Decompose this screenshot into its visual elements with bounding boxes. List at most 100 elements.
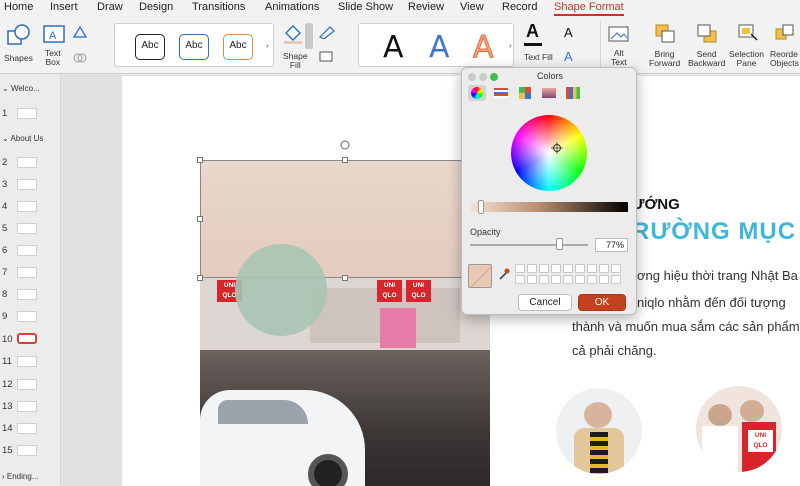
merge-shapes-icon[interactable] — [72, 51, 88, 65]
custom-color-slot[interactable] — [563, 264, 573, 273]
custom-color-slot[interactable] — [551, 264, 561, 273]
brightness-knob[interactable] — [478, 200, 484, 214]
ok-button[interactable]: OK — [578, 294, 626, 311]
opacity-slider-track[interactable] — [470, 244, 588, 246]
eyedropper-icon[interactable] — [498, 267, 510, 281]
tab-draw[interactable]: Draw — [97, 1, 123, 13]
custom-color-slot[interactable] — [551, 275, 561, 284]
wordart-style-2[interactable]: A — [429, 30, 450, 65]
tab-animations[interactable]: Animations — [265, 1, 319, 13]
slide-heading: ƯỚNG — [632, 196, 680, 213]
section-ending[interactable]: › Ending... — [2, 472, 38, 481]
uniqlo-sign: UNI QLO — [377, 280, 402, 302]
slide-thumb-6[interactable] — [17, 245, 37, 256]
text-box-button[interactable]: A Text Box — [42, 21, 68, 69]
wordart-next-icon[interactable]: › — [509, 41, 512, 50]
shape-fill-dropdown[interactable] — [305, 23, 313, 49]
text-effects-icon[interactable]: A — [564, 49, 573, 64]
slide-thumb-8[interactable] — [17, 289, 37, 300]
selection-pane-button[interactable]: Selection Pane — [728, 21, 768, 71]
cancel-button[interactable]: Cancel — [518, 294, 572, 311]
custom-color-slot[interactable] — [575, 264, 585, 273]
slide-thumb-3[interactable] — [17, 179, 37, 190]
tab-transitions[interactable]: Transitions — [192, 1, 245, 13]
custom-color-slot[interactable] — [587, 275, 597, 284]
avatar-group[interactable]: UNI QLO — [696, 386, 782, 472]
color-palettes-tab[interactable] — [516, 85, 534, 101]
image-palettes-tab[interactable] — [540, 85, 558, 101]
resize-handle[interactable] — [342, 157, 348, 163]
send-backward-button[interactable]: Send Backward — [688, 21, 728, 71]
tab-review[interactable]: Review — [408, 1, 444, 13]
resize-handle[interactable] — [197, 275, 203, 281]
brightness-slider[interactable] — [470, 200, 628, 214]
slide-thumb-15[interactable] — [17, 445, 37, 456]
tab-design[interactable]: Design — [139, 1, 173, 13]
color-wheel[interactable] — [511, 115, 587, 191]
reorder-objects-button[interactable]: Reorde Objects — [768, 21, 800, 71]
shape-style-1[interactable]: Abc — [135, 34, 165, 60]
tab-shape-format[interactable]: Shape Format — [554, 1, 624, 16]
avatar-model-1[interactable] — [556, 388, 642, 474]
ribbon-tab-bar: Home Insert Draw Design Transitions Anim… — [0, 0, 800, 17]
shape-effects-icon[interactable] — [318, 49, 336, 63]
slide-thumb-4[interactable] — [17, 201, 37, 212]
slide-thumb-14[interactable] — [17, 423, 37, 434]
color-sliders-tab[interactable] — [492, 85, 510, 101]
slide-thumb-13[interactable] — [17, 401, 37, 412]
wordart-style-1[interactable]: A — [383, 30, 404, 65]
section-welcome[interactable]: ⌄ Welco... — [2, 84, 40, 93]
slide-thumb-5[interactable] — [17, 223, 37, 234]
slide-thumb-1[interactable] — [17, 108, 37, 119]
custom-color-slot[interactable] — [599, 275, 609, 284]
wordart-style-3[interactable]: A — [473, 30, 495, 66]
custom-color-slot[interactable] — [599, 264, 609, 273]
circle-shape[interactable] — [235, 244, 327, 336]
crayons-tab[interactable] — [564, 85, 582, 101]
text-fill-button[interactable]: A Text Fill — [520, 21, 556, 71]
tab-record[interactable]: Record — [502, 1, 537, 13]
slide-thumb-12[interactable] — [17, 379, 37, 390]
custom-color-slot[interactable] — [587, 264, 597, 273]
custom-color-slot[interactable] — [539, 264, 549, 273]
custom-color-slot[interactable] — [515, 264, 525, 273]
selection-pane-label: Selection Pane — [729, 49, 764, 68]
tab-home[interactable]: Home — [4, 1, 33, 13]
slide-number: 2 — [2, 157, 8, 168]
slide-thumb-2[interactable] — [17, 157, 37, 168]
rotate-handle-icon[interactable] — [340, 140, 350, 150]
bring-forward-button[interactable]: Bring Forward — [646, 21, 686, 71]
custom-color-slot[interactable] — [515, 275, 525, 284]
section-about-us[interactable]: ⌄ About Us — [2, 134, 43, 143]
shape-outline-icon[interactable] — [318, 25, 336, 39]
slide-thumb-10[interactable] — [17, 333, 37, 344]
shape-style-2[interactable]: Abc — [179, 34, 209, 60]
slide-thumb-11[interactable] — [17, 356, 37, 367]
color-wheel-tab[interactable] — [468, 85, 486, 101]
tab-view[interactable]: View — [460, 1, 484, 13]
custom-color-slot[interactable] — [563, 275, 573, 284]
custom-color-slot[interactable] — [539, 275, 549, 284]
opacity-slider-knob[interactable] — [556, 238, 563, 250]
custom-color-slot[interactable] — [575, 275, 585, 284]
colors-dialog: Colors Opacity 77% Cancel OK — [461, 67, 637, 315]
resize-handle[interactable] — [197, 216, 203, 222]
edit-shape-icon[interactable] — [72, 25, 88, 39]
opacity-value-field[interactable]: 77% — [595, 238, 628, 252]
shapes-button[interactable]: Shapes — [2, 21, 38, 69]
custom-color-slot[interactable] — [527, 264, 537, 273]
gallery-next-icon[interactable]: › — [266, 41, 269, 50]
slide-thumb-7[interactable] — [17, 267, 37, 278]
custom-color-slot[interactable] — [611, 275, 621, 284]
text-outline-icon[interactable]: A — [564, 25, 573, 40]
custom-color-slot[interactable] — [527, 275, 537, 284]
shape-style-3[interactable]: Abc — [223, 34, 253, 60]
tab-slide-show[interactable]: Slide Show — [338, 1, 393, 13]
slide-thumb-9[interactable] — [17, 311, 37, 322]
resize-handle[interactable] — [197, 157, 203, 163]
alt-text-button[interactable]: Alt Text — [600, 21, 634, 71]
custom-color-slot[interactable] — [611, 264, 621, 273]
tab-insert[interactable]: Insert — [50, 1, 78, 13]
crayons-icon — [566, 87, 580, 99]
resize-handle[interactable] — [342, 275, 348, 281]
